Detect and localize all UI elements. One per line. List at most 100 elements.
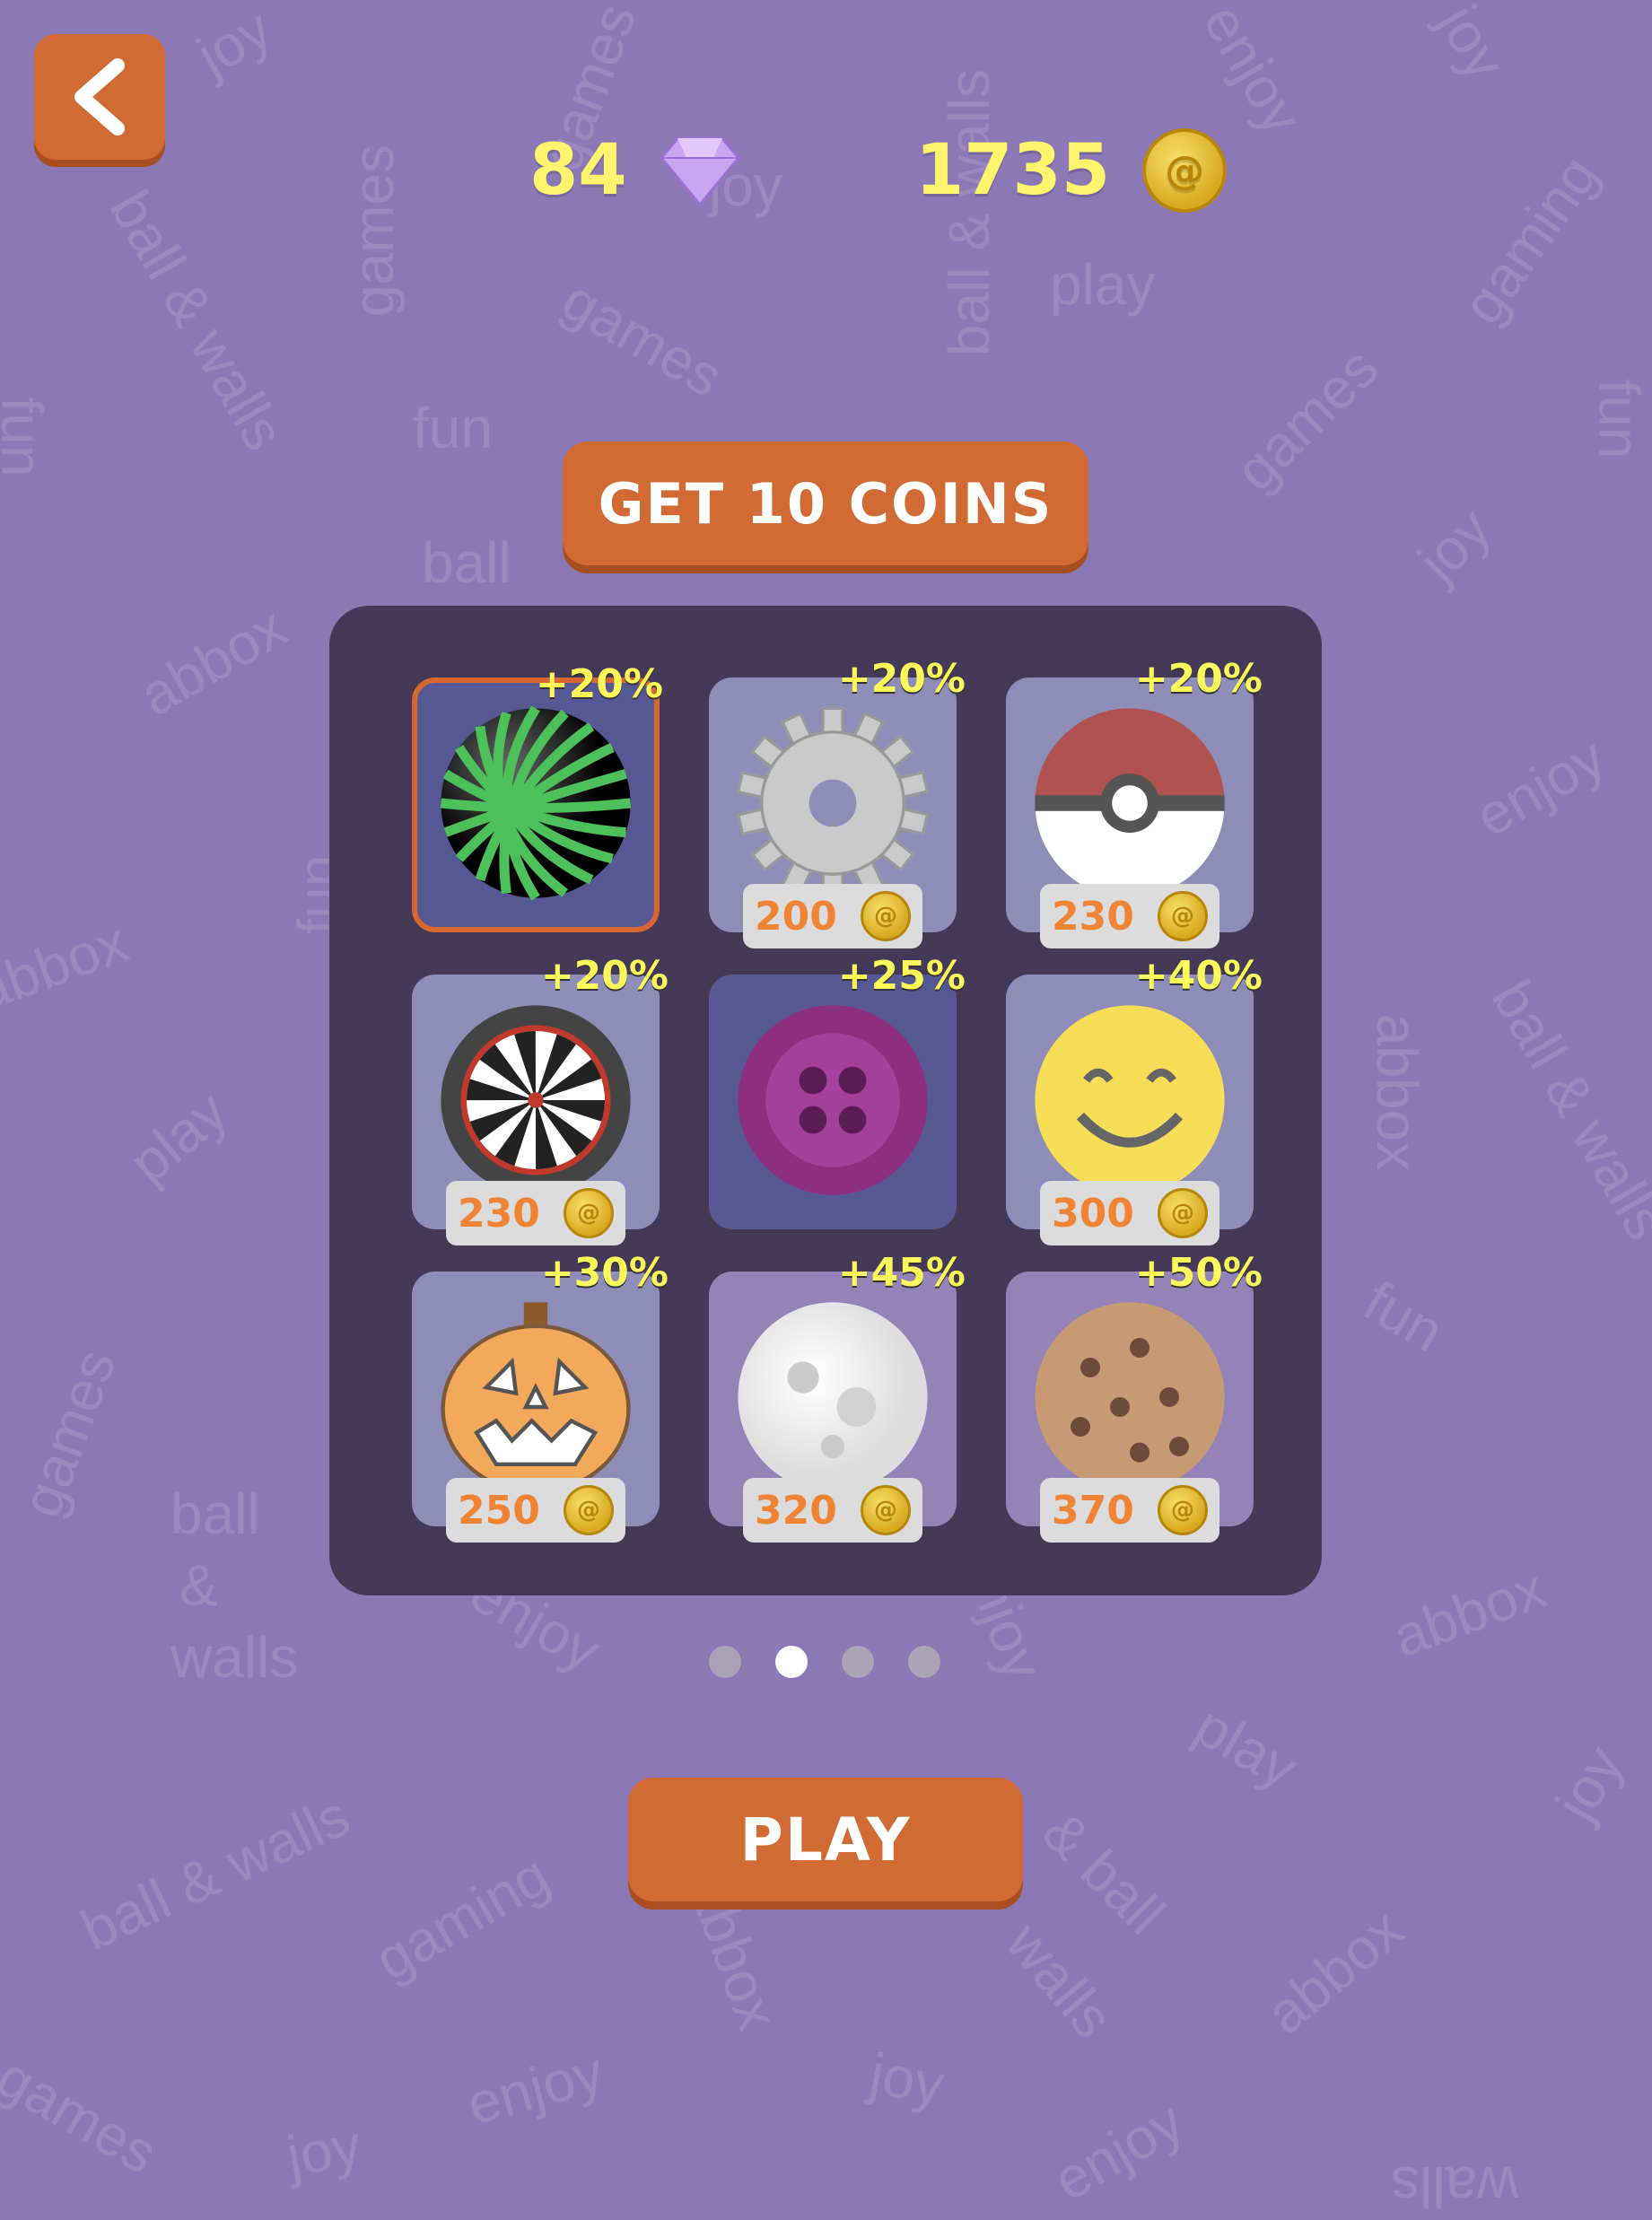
background-word: enjoy bbox=[1043, 2088, 1194, 2214]
background-word: joy bbox=[1543, 1735, 1636, 1831]
background-word: gaming bbox=[364, 1842, 560, 1993]
coin-icon: @ bbox=[1157, 1485, 1208, 1535]
coin-icon: @ bbox=[860, 891, 911, 941]
price-tag[interactable]: 370 @ bbox=[1040, 1478, 1219, 1543]
price-value: 230 bbox=[1052, 893, 1134, 940]
price-tag[interactable]: 320 @ bbox=[743, 1478, 922, 1543]
price-value: 200 bbox=[755, 893, 837, 940]
coin-icon: @ bbox=[860, 1485, 911, 1535]
bonus-label: +20% bbox=[535, 661, 663, 707]
background-word: games bbox=[551, 267, 734, 410]
background-word: walls bbox=[993, 1910, 1126, 2050]
background-word: games bbox=[0, 2043, 169, 2187]
background-word: walls bbox=[1391, 2154, 1519, 2219]
skin-cell[interactable]: +40% 300 @ bbox=[1006, 953, 1263, 1245]
price-value: 300 bbox=[1052, 1190, 1134, 1237]
pumpkin-ball-icon bbox=[437, 1298, 634, 1496]
chevron-left-icon bbox=[74, 58, 125, 135]
back-button[interactable] bbox=[34, 34, 165, 160]
background-word: & ball bbox=[1029, 1798, 1178, 1947]
bonus-label: +20% bbox=[837, 656, 966, 702]
background-word: play bbox=[117, 1078, 240, 1196]
coin-count: 1735 bbox=[915, 130, 1111, 211]
background-word: gaming bbox=[1449, 144, 1611, 336]
background-word: games bbox=[341, 144, 406, 318]
background-word: abbox bbox=[1254, 1896, 1416, 2047]
skin-cell[interactable]: +20% bbox=[412, 661, 663, 932]
background-word: games bbox=[8, 1341, 128, 1525]
skin-cell[interactable]: +50% 370 @ bbox=[1006, 1250, 1263, 1543]
background-word: abbox bbox=[1365, 1013, 1430, 1171]
gear-ball-icon bbox=[734, 704, 931, 902]
skin-cell[interactable]: +45% 320 @ bbox=[709, 1250, 966, 1543]
cookie-ball-icon bbox=[1031, 1298, 1228, 1496]
background-word: abbox bbox=[128, 594, 297, 729]
background-word: walls bbox=[170, 1625, 299, 1690]
bonus-label: +45% bbox=[837, 1250, 966, 1296]
coin-counter: 1735 @ bbox=[915, 117, 1228, 224]
diamond-icon bbox=[659, 136, 740, 206]
background-word: ball bbox=[422, 530, 511, 595]
coin-icon: @ bbox=[1142, 128, 1228, 213]
price-tag[interactable]: 200 @ bbox=[743, 884, 922, 948]
page-dot[interactable] bbox=[709, 1646, 741, 1678]
page-dot[interactable] bbox=[908, 1646, 940, 1678]
bonus-label: +25% bbox=[837, 953, 966, 999]
skin-cell[interactable]: +20% 230 @ bbox=[412, 953, 669, 1245]
bonus-label: +20% bbox=[1134, 656, 1263, 702]
background-word: joy bbox=[1405, 495, 1504, 594]
gem-counter: 84 bbox=[529, 117, 740, 224]
background-word: ball bbox=[170, 1481, 260, 1546]
price-tag[interactable]: 230 @ bbox=[446, 1181, 625, 1245]
moon-ball-icon bbox=[734, 1298, 931, 1496]
gem-count: 84 bbox=[529, 130, 627, 211]
background-word: fun bbox=[1352, 1268, 1455, 1365]
coin-icon: @ bbox=[1157, 891, 1208, 941]
bonus-label: +20% bbox=[540, 953, 669, 999]
background-word: games bbox=[1222, 335, 1391, 503]
skin-cell[interactable]: +20% 230 @ bbox=[1006, 656, 1263, 948]
background-word: ball & walls bbox=[1479, 969, 1652, 1251]
button-ball-icon bbox=[734, 1001, 931, 1199]
background-word: & bbox=[179, 1553, 218, 1618]
page-dot[interactable] bbox=[842, 1646, 874, 1678]
background-word: enjoy bbox=[1464, 724, 1616, 850]
background-word: fun bbox=[413, 396, 493, 460]
background-word: ball & walls bbox=[97, 179, 298, 461]
price-tag[interactable]: 250 @ bbox=[446, 1478, 625, 1543]
background-word: joy bbox=[1426, 0, 1519, 91]
background-word: joy bbox=[186, 0, 283, 89]
price-value: 250 bbox=[458, 1487, 540, 1534]
coin-icon: @ bbox=[1157, 1188, 1208, 1238]
bonus-label: +30% bbox=[540, 1250, 669, 1296]
price-value: 370 bbox=[1052, 1487, 1134, 1534]
background-word: play bbox=[1184, 1692, 1308, 1802]
price-tag[interactable]: 230 @ bbox=[1040, 884, 1219, 948]
background-word: joy bbox=[282, 2112, 366, 2189]
background-word: play bbox=[1050, 252, 1156, 317]
bonus-label: +50% bbox=[1134, 1250, 1263, 1296]
skin-cell[interactable]: +30% 250 @ bbox=[412, 1250, 669, 1543]
get-coins-button[interactable]: GET 10 COINS bbox=[563, 441, 1088, 565]
background-word: abbox bbox=[1384, 1555, 1554, 1670]
background-word: joy bbox=[865, 2041, 949, 2118]
watermelon-ball-icon bbox=[437, 704, 634, 902]
price-tag[interactable]: 300 @ bbox=[1040, 1181, 1219, 1245]
dartboard-ball-icon bbox=[437, 1001, 634, 1199]
coin-icon: @ bbox=[563, 1188, 614, 1238]
background-word: abbox bbox=[0, 909, 136, 1024]
background-word: fun bbox=[0, 397, 55, 477]
price-value: 230 bbox=[458, 1190, 540, 1237]
skin-grid-panel: +20% +20% 200 @ +20% 230 @ +20% 230 @ +25% +40% 300 @… bbox=[329, 606, 1322, 1595]
page-dot[interactable] bbox=[775, 1646, 808, 1678]
play-button[interactable]: PLAY bbox=[628, 1778, 1023, 1901]
background-word: enjoy bbox=[460, 2039, 610, 2137]
page-indicator bbox=[709, 1646, 940, 1678]
bonus-label: +40% bbox=[1134, 953, 1263, 999]
background-word: ball & walls bbox=[71, 1782, 360, 1963]
skin-cell[interactable]: +20% 200 @ bbox=[709, 656, 966, 948]
skin-cell[interactable]: +25% bbox=[709, 953, 966, 1229]
price-value: 320 bbox=[755, 1487, 837, 1534]
smiley-ball-icon bbox=[1031, 1001, 1228, 1199]
coin-icon: @ bbox=[563, 1485, 614, 1535]
